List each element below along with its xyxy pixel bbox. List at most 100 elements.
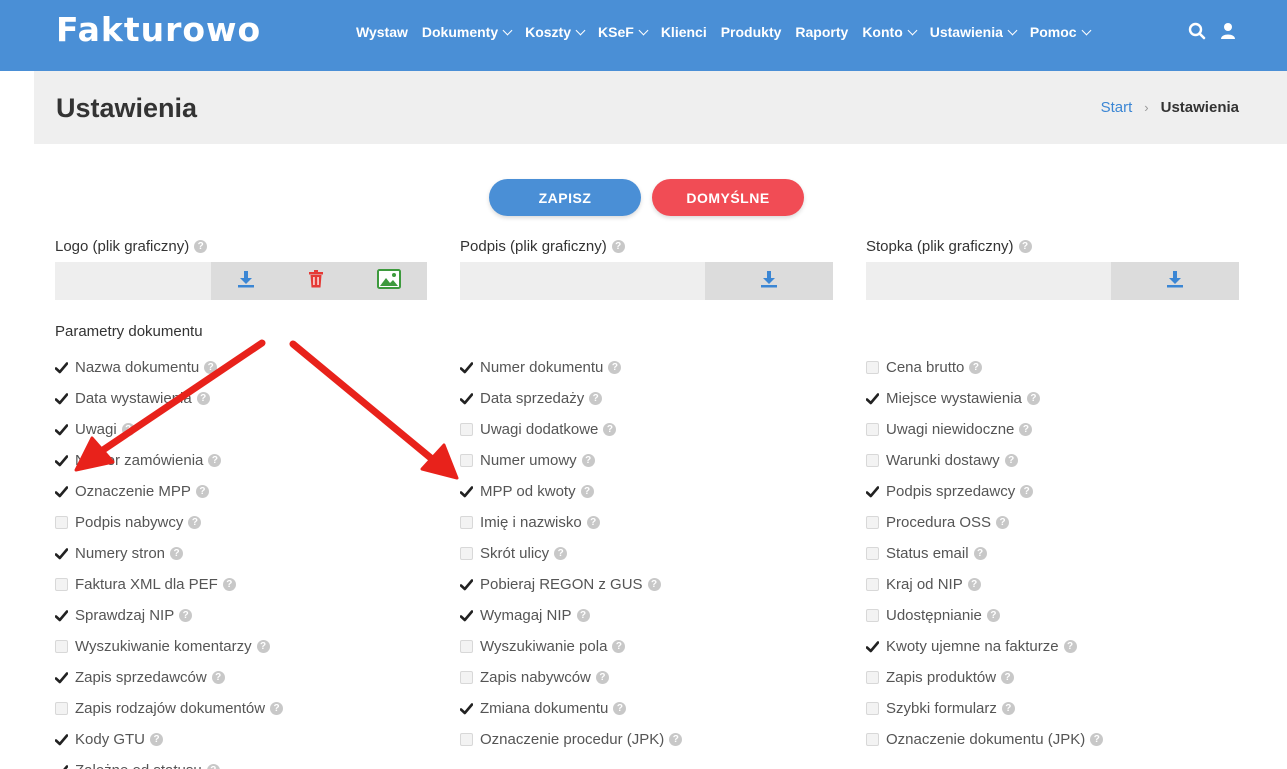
- help-icon[interactable]: ?: [256, 640, 270, 653]
- help-icon[interactable]: ?: [270, 702, 284, 715]
- parameter-option[interactable]: Wyszukiwanie komentarzy?: [55, 631, 283, 662]
- checkbox-checked-icon[interactable]: [55, 671, 68, 684]
- checkbox-unchecked-icon[interactable]: [866, 578, 879, 591]
- parameter-option[interactable]: Pobieraj REGON z GUS?: [460, 569, 682, 600]
- checkbox-checked-icon[interactable]: [55, 609, 68, 622]
- parameter-option[interactable]: Data wystawienia?: [55, 383, 283, 414]
- help-icon[interactable]: ?: [195, 485, 209, 498]
- help-icon[interactable]: ?: [208, 454, 222, 467]
- parameter-option[interactable]: Wyszukiwanie pola?: [460, 631, 682, 662]
- checkbox-checked-icon[interactable]: [866, 392, 879, 405]
- download-icon[interactable]: [237, 270, 255, 293]
- nav-item-ksef[interactable]: KSeF: [598, 24, 649, 40]
- parameter-option[interactable]: Cena brutto?: [866, 352, 1103, 383]
- help-icon[interactable]: ?: [969, 361, 983, 374]
- help-icon[interactable]: ?: [1090, 733, 1104, 746]
- checkbox-checked-icon[interactable]: [55, 392, 68, 405]
- parameter-option[interactable]: Wymagaj NIP?: [460, 600, 682, 631]
- checkbox-unchecked-icon[interactable]: [55, 640, 68, 653]
- help-icon[interactable]: ?: [647, 578, 661, 591]
- parameter-option[interactable]: Miejsce wystawienia?: [866, 383, 1103, 414]
- checkbox-unchecked-icon[interactable]: [460, 547, 473, 560]
- parameter-option[interactable]: Numer dokumentu?: [460, 352, 682, 383]
- parameter-option[interactable]: Zapis rodzajów dokumentów?: [55, 693, 284, 724]
- parameter-option[interactable]: Oznaczenie procedur (JPK)?: [460, 724, 683, 755]
- checkbox-checked-icon[interactable]: [866, 485, 879, 498]
- checkbox-checked-icon[interactable]: [55, 423, 68, 436]
- help-icon[interactable]: ?: [150, 733, 164, 746]
- help-icon[interactable]: ?: [967, 578, 981, 591]
- checkbox-checked-icon[interactable]: [866, 640, 879, 653]
- parameter-option[interactable]: Status email?: [866, 538, 1103, 569]
- checkbox-unchecked-icon[interactable]: [55, 578, 68, 591]
- footer-upload-field[interactable]: [866, 262, 1239, 300]
- help-icon[interactable]: ?: [1026, 392, 1040, 405]
- parameter-option[interactable]: MPP od kwoty?: [460, 476, 682, 507]
- checkbox-unchecked-icon[interactable]: [866, 454, 879, 467]
- parameter-option[interactable]: Zmiana dokumentu?: [460, 693, 682, 724]
- parameter-option[interactable]: Kwoty ujemne na fakturze?: [866, 631, 1103, 662]
- nav-item-wystaw[interactable]: Wystaw: [356, 24, 408, 40]
- help-icon[interactable]: ?: [608, 361, 622, 374]
- help-icon[interactable]: ?: [179, 609, 193, 622]
- help-icon[interactable]: ?: [613, 702, 627, 715]
- nav-item-konto[interactable]: Konto: [862, 24, 918, 40]
- help-icon[interactable]: ?: [1020, 485, 1034, 498]
- checkbox-unchecked-icon[interactable]: [460, 640, 473, 653]
- nav-item-ustawienia[interactable]: Ustawienia: [930, 24, 1018, 40]
- nav-item-raporty[interactable]: Raporty: [795, 24, 848, 40]
- checkbox-checked-icon[interactable]: [55, 454, 68, 467]
- parameter-option[interactable]: Podpis nabywcy?: [55, 507, 283, 538]
- parameter-option[interactable]: Sprawdzaj NIP?: [55, 600, 283, 631]
- user-icon[interactable]: [1220, 22, 1236, 45]
- help-icon[interactable]: ?: [1063, 640, 1077, 653]
- brand-logo[interactable]: Fakturowo: [56, 10, 261, 49]
- help-icon[interactable]: ?: [554, 547, 568, 560]
- parameter-option[interactable]: Oznaczenie dokumentu (JPK)?: [866, 724, 1104, 755]
- help-icon[interactable]: ?: [194, 240, 208, 253]
- checkbox-unchecked-icon[interactable]: [55, 702, 68, 715]
- nav-item-koszty[interactable]: Koszty: [525, 24, 586, 40]
- checkbox-checked-icon[interactable]: [55, 764, 68, 769]
- checkbox-unchecked-icon[interactable]: [460, 516, 473, 529]
- parameter-option[interactable]: Numer zamówienia?: [55, 445, 283, 476]
- parameter-option[interactable]: Uwagi dodatkowe?: [460, 414, 682, 445]
- checkbox-checked-icon[interactable]: [460, 392, 473, 405]
- checkbox-unchecked-icon[interactable]: [866, 547, 879, 560]
- help-icon[interactable]: ?: [204, 361, 218, 374]
- checkbox-unchecked-icon[interactable]: [866, 609, 879, 622]
- help-icon[interactable]: ?: [580, 485, 594, 498]
- nav-item-klienci[interactable]: Klienci: [661, 24, 707, 40]
- download-icon[interactable]: [1166, 270, 1184, 293]
- parameter-option[interactable]: Kraj od NIP?: [866, 569, 1103, 600]
- help-icon[interactable]: ?: [121, 423, 135, 436]
- help-icon[interactable]: ?: [576, 609, 590, 622]
- help-icon[interactable]: ?: [1001, 702, 1015, 715]
- checkbox-unchecked-icon[interactable]: [55, 516, 68, 529]
- checkbox-unchecked-icon[interactable]: [866, 671, 879, 684]
- nav-item-produkty[interactable]: Produkty: [721, 24, 782, 40]
- help-icon[interactable]: ?: [1019, 423, 1033, 436]
- help-icon[interactable]: ?: [170, 547, 184, 560]
- nav-item-pomoc[interactable]: Pomoc: [1030, 24, 1092, 40]
- download-icon[interactable]: [760, 270, 778, 293]
- help-icon[interactable]: ?: [1018, 240, 1032, 253]
- help-icon[interactable]: ?: [206, 764, 220, 769]
- help-icon[interactable]: ?: [586, 516, 600, 529]
- parameter-option[interactable]: Numery stron?: [55, 538, 283, 569]
- image-icon[interactable]: [376, 268, 401, 294]
- help-icon[interactable]: ?: [196, 392, 210, 405]
- breadcrumb-home-link[interactable]: Start: [1101, 99, 1133, 116]
- parameter-option[interactable]: Zapis produktów?: [866, 662, 1103, 693]
- checkbox-unchecked-icon[interactable]: [866, 733, 879, 746]
- parameter-option[interactable]: Szybki formularz?: [866, 693, 1103, 724]
- checkbox-checked-icon[interactable]: [55, 547, 68, 560]
- checkbox-checked-icon[interactable]: [460, 609, 473, 622]
- help-icon[interactable]: ?: [669, 733, 683, 746]
- parameter-option[interactable]: Procedura OSS?: [866, 507, 1103, 538]
- help-icon[interactable]: ?: [996, 516, 1010, 529]
- help-icon[interactable]: ?: [986, 609, 1000, 622]
- help-icon[interactable]: ?: [1001, 671, 1015, 684]
- save-button[interactable]: ZAPISZ: [489, 179, 641, 216]
- parameter-option[interactable]: Zapis nabywców?: [460, 662, 682, 693]
